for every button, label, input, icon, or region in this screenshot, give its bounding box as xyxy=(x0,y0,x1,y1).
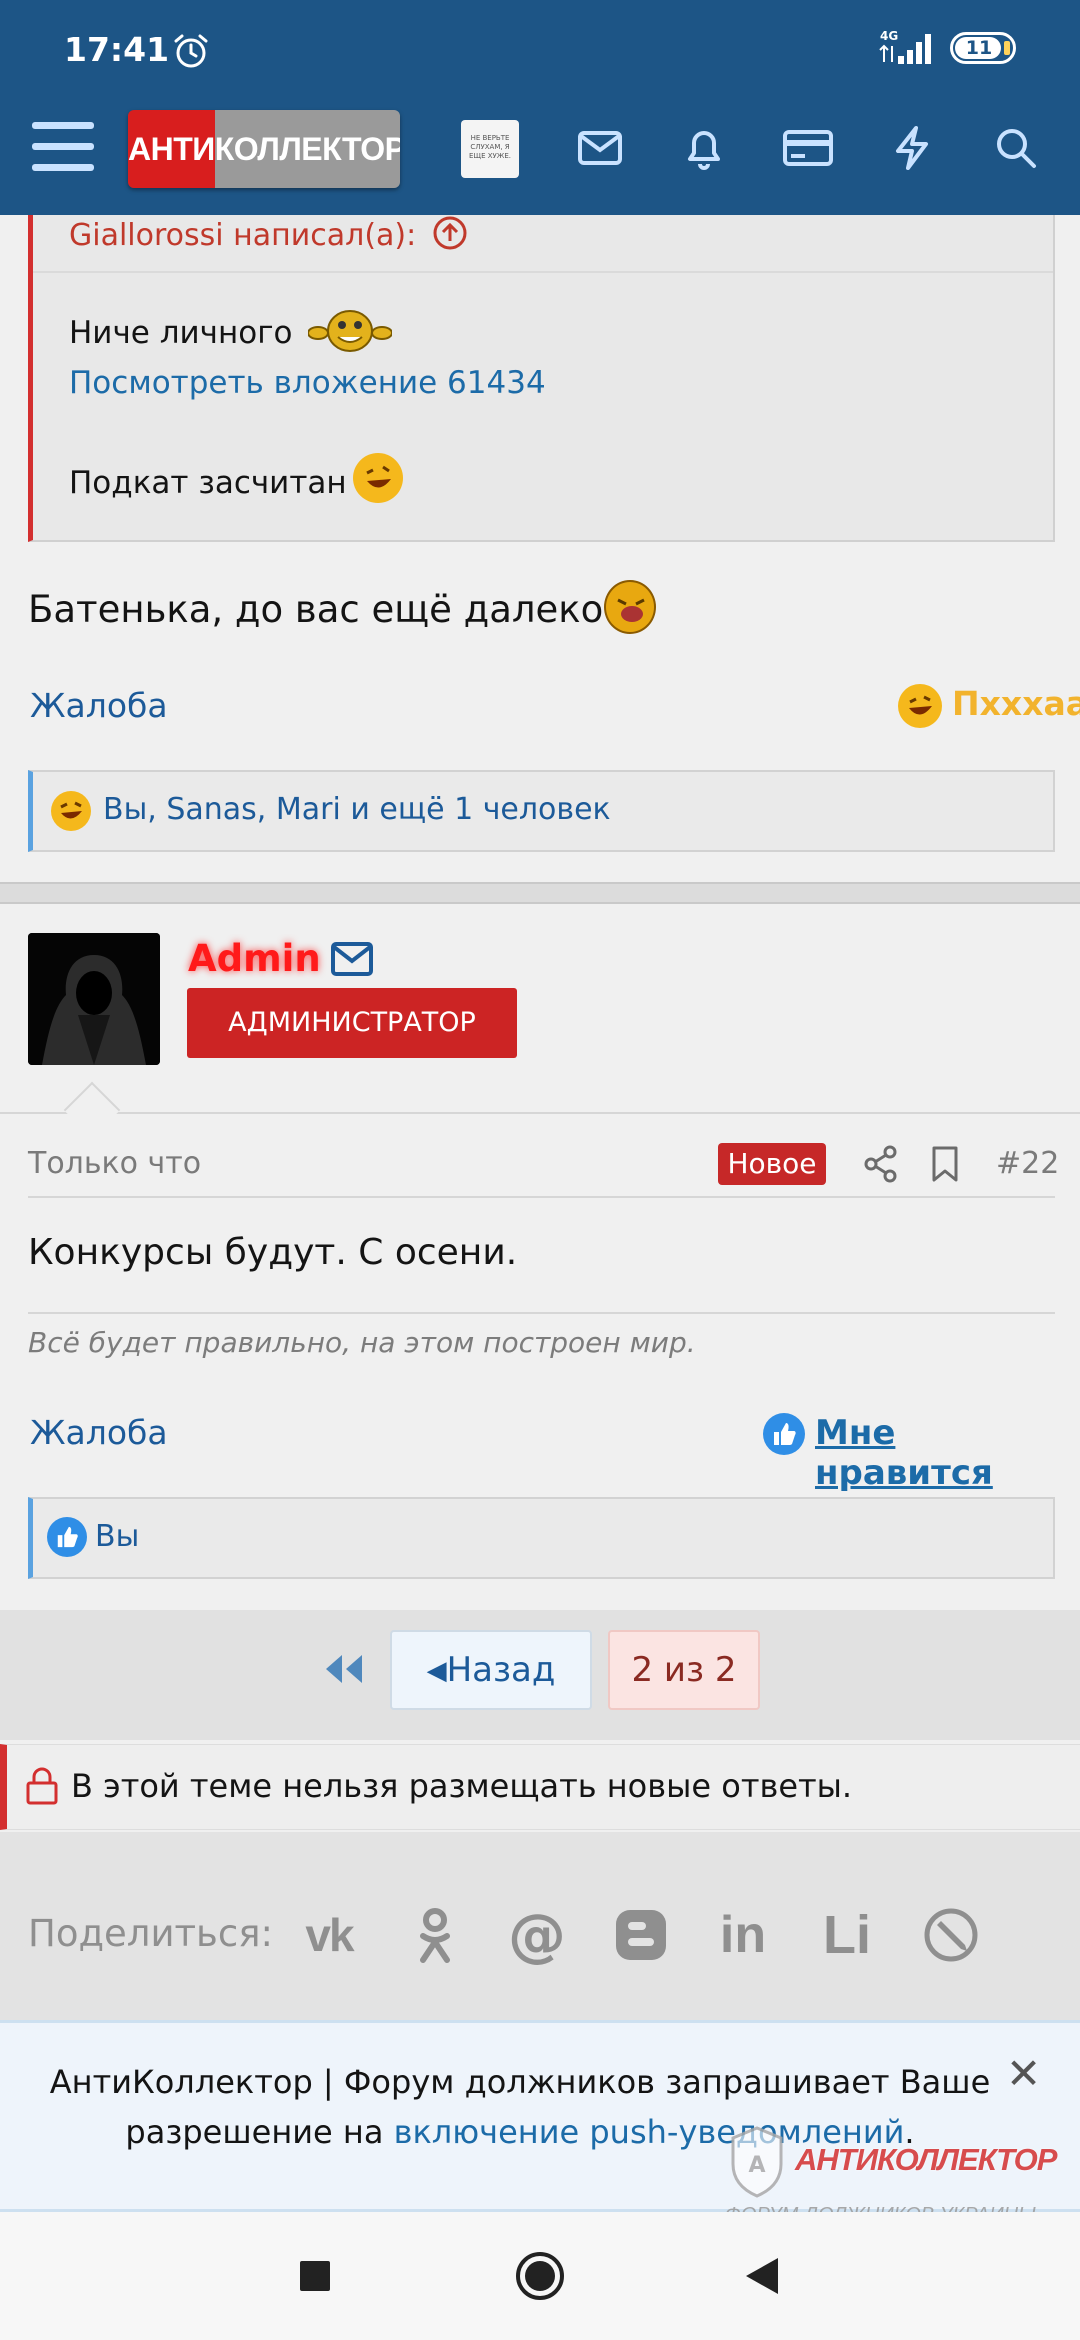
arrow-up-circle-icon[interactable] xyxy=(432,215,468,251)
site-logo[interactable]: АНТИКОЛЛЕКТОР xyxy=(128,110,400,188)
thread-locked-text: В этой теме нельзя размещать новые ответ… xyxy=(71,1767,853,1805)
quote-line-3: Подкат засчитан xyxy=(69,465,347,501)
nav-bar: АНТИКОЛЛЕКТОР НЕ ВЕРЬТЕ СЛУХАМ, Я ЕЩЕ ХУ… xyxy=(0,100,1080,215)
previous-page-button[interactable]: ◀Назад xyxy=(390,1630,592,1710)
bell-icon[interactable] xyxy=(674,118,734,178)
lock-icon xyxy=(26,1767,58,1805)
battery-icon: 11 xyxy=(950,32,1016,64)
quote-line-1-text: Ниче личного xyxy=(69,315,293,351)
new-badge: Новое xyxy=(718,1143,826,1185)
mailru-icon[interactable]: @ xyxy=(502,1900,572,1970)
post-body-text: Батенька, до вас ещё далеко xyxy=(28,588,604,631)
role-badge: АДМИНИСТРАТОР xyxy=(187,988,517,1058)
reactions-bar[interactable]: Вы, Sanas, Mari и ещё 1 человек xyxy=(28,770,1055,852)
network-label: 4G xyxy=(880,29,898,43)
back-icon[interactable] xyxy=(744,2256,780,2296)
current-page[interactable]: 2 из 2 xyxy=(608,1630,760,1710)
laughing-smiley-icon xyxy=(604,580,656,634)
status-time: 17:41 xyxy=(64,30,170,69)
card-icon[interactable] xyxy=(778,118,838,178)
share-label: Поделиться: xyxy=(28,1912,273,1955)
post-body-text: Конкурсы будут. С осени. xyxy=(28,1232,518,1273)
laughing-emoji-icon xyxy=(353,453,403,503)
thread-locked-notice: В этой теме нельзя размещать новые ответ… xyxy=(0,1744,1080,1830)
smiley-icon xyxy=(308,310,392,352)
report-link[interactable]: Жалоба xyxy=(30,1413,168,1452)
username-text: Admin xyxy=(188,937,321,980)
meta-divider xyxy=(28,1196,1055,1198)
laughing-emoji-icon xyxy=(898,684,942,728)
quote-block: Giallorossi написал(а): Ниче личного Пос… xyxy=(28,215,1055,542)
reactions-bar[interactable]: Вы xyxy=(28,1497,1055,1579)
quote-line-3-text: Подкат засчитан xyxy=(69,465,347,501)
previous-page-label: Назад xyxy=(446,1650,556,1690)
post-time[interactable]: Только что xyxy=(28,1146,201,1181)
username[interactable]: Admin xyxy=(188,937,321,980)
attachment-link[interactable]: Посмотреть вложение 61434 xyxy=(69,365,546,401)
menu-icon[interactable] xyxy=(32,122,94,178)
laughing-emoji-icon xyxy=(51,791,91,831)
post-body: Батенька, до вас ещё далеко xyxy=(28,588,603,631)
signature-divider xyxy=(28,1312,1055,1314)
reactions-summary: Вы xyxy=(95,1519,140,1554)
quote-author[interactable]: Giallorossi написал(а): xyxy=(69,215,468,255)
quote-author-text: Giallorossi написал(а): xyxy=(69,218,417,253)
reaction-label: Пхххаа xyxy=(952,684,1080,723)
post-body: Конкурсы будут. С осени. xyxy=(28,1232,517,1273)
post-number[interactable]: #22 xyxy=(996,1146,1059,1181)
logo-text: АНТИКОЛЛЕКТОР xyxy=(128,131,400,167)
reactions-summary: Вы, Sanas, Mari и ещё 1 человек xyxy=(103,792,611,827)
post-separator xyxy=(0,882,1080,904)
odnoklassniki-icon[interactable] xyxy=(400,1900,470,1970)
caret-left-icon: ◀ xyxy=(426,1656,447,1686)
message-icon[interactable] xyxy=(330,941,374,977)
avatar-pointer xyxy=(63,1081,121,1139)
recents-icon[interactable] xyxy=(298,2259,332,2293)
linkedin-icon[interactable]: in xyxy=(708,1900,778,1970)
bookmark-icon[interactable] xyxy=(930,1145,960,1183)
thumbs-up-icon[interactable] xyxy=(763,1413,805,1455)
app-header: 17:41 4G 11 АНТИКОЛЛЕКТОР НЕ ВЕРЬТЕ СЛУХ… xyxy=(0,0,1080,215)
liveinternet-icon[interactable]: Li xyxy=(812,1900,882,1970)
svg-text:A: A xyxy=(748,2153,765,2178)
close-icon[interactable]: ✕ xyxy=(1006,2049,1041,2098)
search-icon[interactable] xyxy=(986,118,1046,178)
alarm-icon xyxy=(174,34,208,68)
first-page-icon[interactable] xyxy=(322,1652,366,1686)
thumbs-up-icon xyxy=(47,1517,87,1557)
quote-line-1: Ниче личного xyxy=(69,315,292,351)
signal-icon: 4G xyxy=(879,29,931,64)
mail-icon[interactable] xyxy=(570,118,630,178)
vk-icon[interactable]: vk xyxy=(294,1900,364,1970)
watermark-brand: АНТИКОЛЛЕКТОР xyxy=(795,2142,1057,2177)
avatar[interactable] xyxy=(28,933,160,1065)
blogger-icon[interactable] xyxy=(606,1900,676,1970)
bolt-icon[interactable] xyxy=(882,118,942,178)
post-header-divider xyxy=(0,1112,1080,1114)
quote-divider xyxy=(33,271,1053,273)
home-icon[interactable] xyxy=(514,2250,566,2302)
report-link[interactable]: Жалоба xyxy=(30,686,168,725)
livejournal-icon[interactable] xyxy=(916,1900,986,1970)
like-button[interactable]: Мне нравится xyxy=(815,1413,1080,1493)
header-banner[interactable]: НЕ ВЕРЬТЕ СЛУХАМ, Я ЕЩЕ ХУЖЕ. xyxy=(461,120,519,178)
status-bar: 17:41 4G 11 xyxy=(0,0,1080,100)
system-navigation-bar xyxy=(0,2212,1080,2340)
signature: Всё будет правильно, на этом построен ми… xyxy=(28,1326,696,1359)
share-icon[interactable] xyxy=(863,1145,899,1183)
battery-level: 11 xyxy=(965,37,993,59)
